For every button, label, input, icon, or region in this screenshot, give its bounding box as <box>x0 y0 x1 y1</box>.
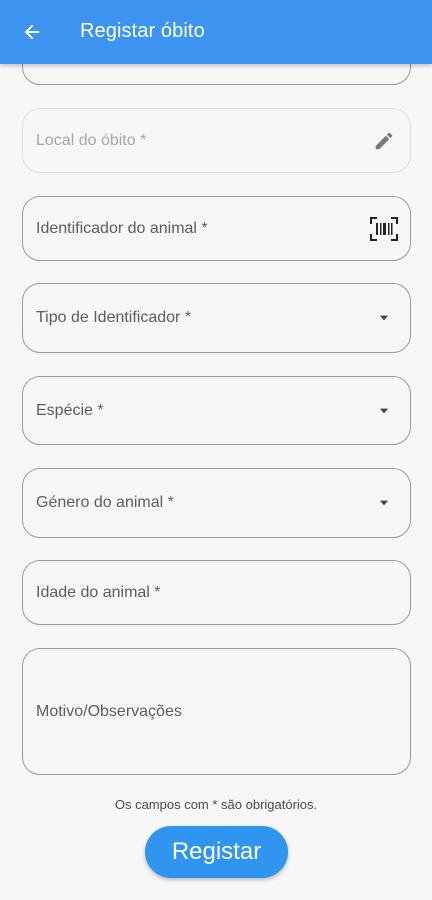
back-button[interactable] <box>14 14 50 50</box>
previous-field[interactable] <box>22 64 411 85</box>
tipo-identificador-label: Tipo de Identificador * <box>36 309 192 326</box>
especie-label: Espécie * <box>36 401 104 419</box>
motivo-observacoes-field[interactable]: Motivo/Observações <box>22 648 411 775</box>
local-do-obito-field[interactable]: Local do óbito * <box>22 108 411 173</box>
genero-animal-dropdown[interactable]: Género do animal * <box>22 468 411 538</box>
motivo-observacoes-label: Motivo/Observações <box>36 702 182 720</box>
tipo-identificador-dropdown[interactable]: Tipo de Identificador * <box>22 283 411 353</box>
identificador-animal-field[interactable]: Identificador do animal * <box>22 196 411 261</box>
arrow-back-icon <box>24 24 40 40</box>
dropdown-arrow-icon <box>370 304 398 332</box>
idade-animal-field[interactable]: Idade do animal * <box>22 560 411 625</box>
edit-pencil-icon[interactable] <box>370 127 398 155</box>
especie-dropdown[interactable]: Espécie * <box>22 376 411 445</box>
local-do-obito-label: Local do óbito * <box>36 131 147 149</box>
barcode-scan-icon[interactable] <box>370 215 398 243</box>
page-title: Registar óbito <box>80 20 205 42</box>
dropdown-arrow-icon <box>370 397 398 425</box>
required-fields-note: Os campos com * são obrigatórios. <box>114 797 318 812</box>
registar-button[interactable]: Registar <box>145 826 288 878</box>
genero-animal-label: Género do animal * <box>36 494 174 511</box>
app-bar: Registar óbito <box>0 0 432 64</box>
idade-animal-label: Idade do animal * <box>36 583 161 601</box>
identificador-animal-label: Identificador do animal * <box>36 219 208 237</box>
form-scroll-area[interactable]: Local do óbito * Identificador do animal… <box>0 64 432 900</box>
dropdown-arrow-icon <box>370 489 398 517</box>
